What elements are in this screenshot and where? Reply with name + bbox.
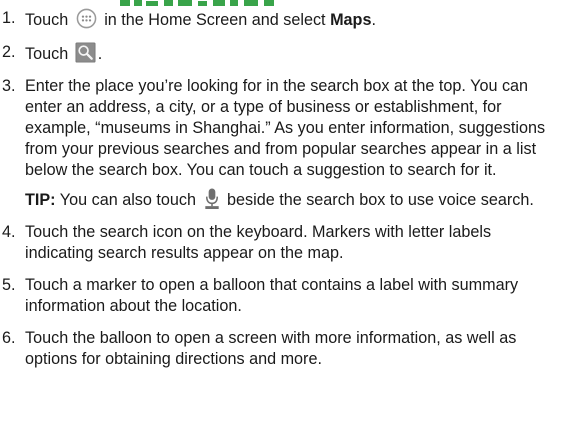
cut-off-heading-glyphs (120, 0, 274, 6)
step-number: 6. (2, 329, 16, 347)
step-number: 3. (2, 77, 16, 95)
tip-text: beside the search box to use voice searc… (227, 191, 534, 209)
tip-text: You can also touch (59, 191, 196, 209)
maps-instructions: 1. Touch in the Home Screen and select M… (0, 8, 563, 381)
search-icon (75, 42, 96, 63)
tip-label: TIP: (25, 191, 56, 209)
step-6: 6. Touch the balloon to open a screen wi… (0, 328, 563, 370)
step-text: Enter the place you’re looking for in th… (25, 77, 546, 179)
step-text: Touch a marker to open a balloon that co… (25, 276, 519, 315)
step-text: Touch the balloon to open a screen with … (25, 329, 517, 368)
step-number: 2. (2, 43, 16, 61)
maps-app-name: Maps (330, 11, 372, 29)
step-text: . (97, 45, 103, 63)
step-1: 1. Touch in the Home Screen and select M… (0, 8, 563, 31)
step-number: 5. (2, 276, 16, 294)
apps-icon (76, 8, 97, 29)
step-text: Touch the search icon on the keyboard. M… (25, 223, 492, 262)
step-text: Touch (25, 45, 69, 63)
tip: TIP: You can also touch beside the searc… (25, 188, 559, 211)
microphone-icon (204, 188, 219, 209)
step-5: 5. Touch a marker to open a balloon that… (0, 275, 563, 317)
step-number: 4. (2, 223, 16, 241)
step-text: in the Home Screen and select (104, 11, 326, 29)
step-text: . (371, 11, 376, 29)
step-text: Touch (25, 11, 69, 29)
step-2: 2. Touch . (0, 42, 563, 65)
cut-off-heading (0, 0, 563, 6)
step-4: 4. Touch the search icon on the keyboard… (0, 222, 563, 264)
step-3: 3. Enter the place you’re looking for in… (0, 76, 563, 211)
step-number: 1. (2, 9, 16, 27)
